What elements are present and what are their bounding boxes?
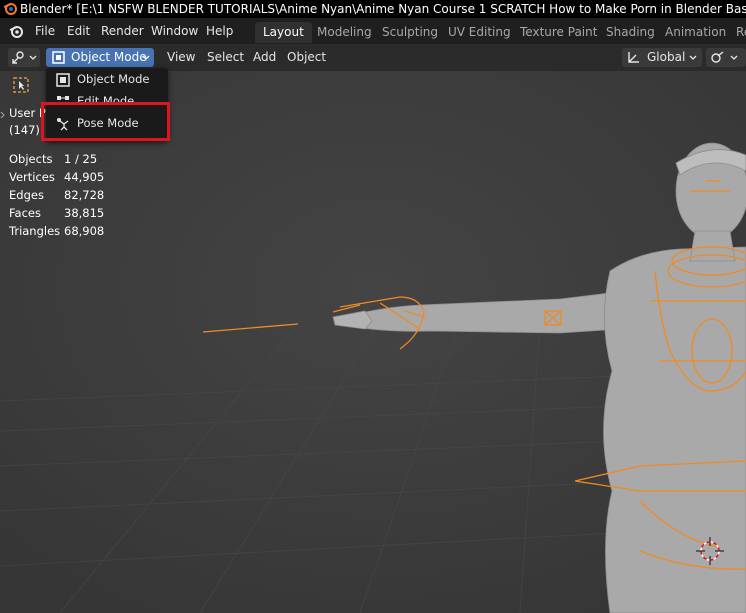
stat-value: 68,908 — [64, 224, 105, 238]
menu-file[interactable]: File — [35, 23, 55, 39]
object-mode-icon — [52, 51, 65, 64]
stat-label: Edges — [9, 188, 44, 202]
stat-label: Faces — [9, 206, 41, 220]
tab-uv-editing[interactable]: UV Editing — [440, 22, 519, 43]
chevron-down-icon — [730, 55, 738, 60]
title-bar: Blender* [E:\1 NSFW BLENDER TUTORIALS\An… — [0, 0, 746, 18]
transform-orientation-dropdown[interactable]: Global — [622, 48, 702, 67]
tab-modeling[interactable]: Modeling — [309, 22, 380, 43]
orientation-icon — [628, 52, 639, 63]
3d-viewport-icon — [12, 51, 24, 64]
annotation-highlight-box — [41, 102, 170, 141]
stat-value: 1 / 25 — [64, 152, 98, 166]
stat-value: 44,905 — [64, 170, 105, 184]
header-menu-view[interactable]: View — [167, 49, 195, 65]
mode-label: Object Mode — [71, 50, 147, 64]
stat-value: 38,815 — [64, 206, 105, 220]
menu-render[interactable]: Render — [101, 23, 144, 39]
viewport-frame-info: (147) — [9, 123, 40, 137]
blender-logo-icon — [3, 3, 17, 15]
viewport-header: Object Mode View Select Add Object Globa… — [0, 44, 746, 71]
tab-rendering-partial[interactable]: Re — [728, 22, 746, 43]
chevron-down-icon — [29, 55, 37, 60]
menu-edit[interactable]: Edit — [67, 23, 90, 39]
chevron-down-icon — [142, 55, 150, 60]
pivot-icon — [711, 51, 724, 63]
header-menu-object[interactable]: Object — [287, 49, 326, 65]
select-box-icon — [13, 77, 29, 93]
blender-menu-icon[interactable] — [8, 23, 24, 39]
header-menu-select[interactable]: Select — [207, 49, 244, 65]
stat-value: 82,728 — [64, 188, 105, 202]
header-menu-add[interactable]: Add — [253, 49, 276, 65]
tab-sculpting[interactable]: Sculpting — [374, 22, 446, 43]
mode-selector-button[interactable]: Object Mode — [46, 48, 154, 67]
menu-window[interactable]: Window — [151, 23, 198, 39]
viewport-scene — [0, 71, 746, 613]
3d-viewport[interactable]: User P (147) Objects 1 / 25 Vertices 44,… — [0, 71, 746, 613]
tab-shading[interactable]: Shading — [598, 22, 663, 43]
dropdown-item-label: Object Mode — [77, 72, 150, 86]
tab-texture-paint[interactable]: Texture Paint — [512, 22, 605, 43]
stat-label: Triangles — [9, 224, 61, 238]
window-title: Blender* [E:\1 NSFW BLENDER TUTORIALS\An… — [20, 2, 746, 16]
pivot-point-dropdown[interactable] — [706, 48, 746, 67]
toolbar-expand-arrow-icon[interactable] — [0, 111, 6, 119]
stat-label: Vertices — [9, 170, 55, 184]
select-box-tool[interactable] — [10, 75, 34, 95]
chevron-down-icon — [689, 55, 697, 60]
dropdown-item-object-mode[interactable]: Object Mode — [46, 69, 168, 91]
editor-type-button[interactable] — [8, 48, 40, 67]
tab-animation[interactable]: Animation — [657, 22, 734, 43]
object-mode-icon — [56, 73, 70, 87]
orientation-label: Global — [647, 50, 686, 64]
tab-layout[interactable]: Layout — [255, 22, 312, 43]
menu-help[interactable]: Help — [206, 23, 233, 39]
stat-label: Objects — [9, 152, 53, 166]
